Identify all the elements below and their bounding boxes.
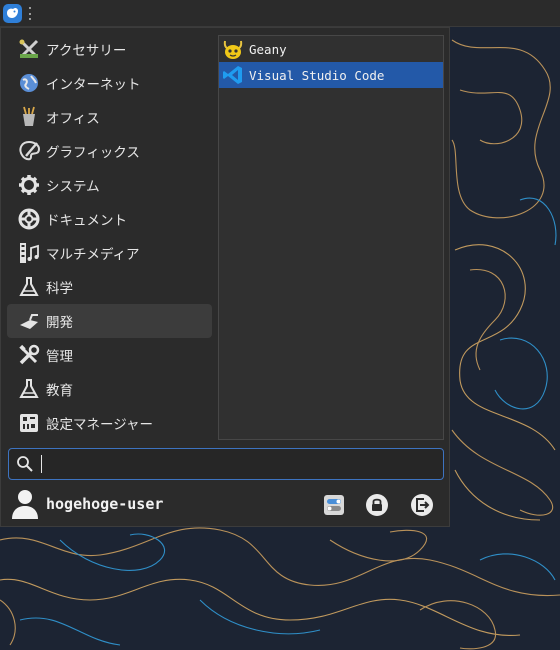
top-panel bbox=[0, 0, 560, 27]
category-label: システム bbox=[46, 179, 100, 195]
logout-button[interactable] bbox=[410, 493, 434, 517]
multimedia-icon bbox=[17, 241, 41, 265]
user-avatar-icon[interactable] bbox=[11, 489, 39, 519]
category-label: マルチメディア bbox=[46, 247, 140, 263]
category-label: インターネット bbox=[46, 77, 141, 93]
category-science[interactable]: 科学 bbox=[7, 270, 212, 304]
lifebuoy-icon bbox=[17, 207, 41, 231]
category-label: 管理 bbox=[46, 349, 73, 365]
toggle-settings-icon bbox=[324, 495, 344, 515]
tools-icon bbox=[17, 343, 41, 367]
category-label: 教育 bbox=[46, 383, 73, 399]
category-label: オフィス bbox=[46, 111, 100, 127]
category-system[interactable]: システム bbox=[7, 168, 212, 202]
settings-manager-icon bbox=[17, 411, 41, 435]
panel-handle-icon[interactable] bbox=[27, 7, 33, 20]
flask-icon bbox=[17, 377, 41, 401]
category-development[interactable]: 開発 bbox=[7, 304, 212, 338]
lock-screen-button[interactable] bbox=[365, 493, 389, 517]
application-list: Geany Visual Studio Code bbox=[218, 35, 444, 440]
lock-icon bbox=[366, 494, 388, 516]
graphics-icon bbox=[17, 139, 41, 163]
trowel-icon bbox=[17, 309, 41, 333]
app-label: Visual Studio Code bbox=[249, 67, 385, 83]
category-label: 設定マネージャー bbox=[46, 417, 154, 433]
settings-manager-button[interactable] bbox=[322, 493, 346, 517]
app-item-geany[interactable]: Geany bbox=[219, 36, 443, 62]
search-field[interactable] bbox=[8, 448, 444, 480]
category-list: アクセサリー インターネット オフィス グラフィックス システム ドキュメント … bbox=[7, 32, 212, 440]
gear-icon bbox=[17, 173, 41, 197]
application-menu: アクセサリー インターネット オフィス グラフィックス システム ドキュメント … bbox=[0, 27, 450, 527]
user-name: hogehoge-user bbox=[46, 495, 164, 513]
category-accessories[interactable]: アクセサリー bbox=[7, 32, 212, 66]
office-icon bbox=[17, 105, 41, 129]
vscode-icon bbox=[221, 63, 245, 87]
app-item-vscode[interactable]: Visual Studio Code bbox=[219, 62, 443, 88]
category-education[interactable]: 教育 bbox=[7, 372, 212, 406]
text-cursor bbox=[41, 455, 42, 473]
flask-icon bbox=[17, 275, 41, 299]
accessories-icon bbox=[17, 37, 41, 61]
geany-icon bbox=[221, 37, 245, 61]
search-icon bbox=[17, 456, 33, 472]
category-settings-manager[interactable]: 設定マネージャー bbox=[7, 406, 212, 440]
category-label: アクセサリー bbox=[46, 43, 127, 59]
user-bar: hogehoge-user bbox=[1, 484, 449, 526]
category-label: グラフィックス bbox=[46, 145, 140, 161]
whisker-menu-icon[interactable] bbox=[3, 4, 22, 23]
category-internet[interactable]: インターネット bbox=[7, 66, 212, 100]
category-administration[interactable]: 管理 bbox=[7, 338, 212, 372]
category-label: 科学 bbox=[46, 281, 73, 297]
category-office[interactable]: オフィス bbox=[7, 100, 212, 134]
category-label: 開発 bbox=[46, 315, 73, 331]
internet-globe-icon bbox=[17, 71, 41, 95]
category-documents[interactable]: ドキュメント bbox=[7, 202, 212, 236]
app-label: Geany bbox=[249, 41, 287, 57]
category-graphics[interactable]: グラフィックス bbox=[7, 134, 212, 168]
category-label: ドキュメント bbox=[46, 213, 127, 229]
category-multimedia[interactable]: マルチメディア bbox=[7, 236, 212, 270]
logout-icon bbox=[411, 494, 433, 516]
